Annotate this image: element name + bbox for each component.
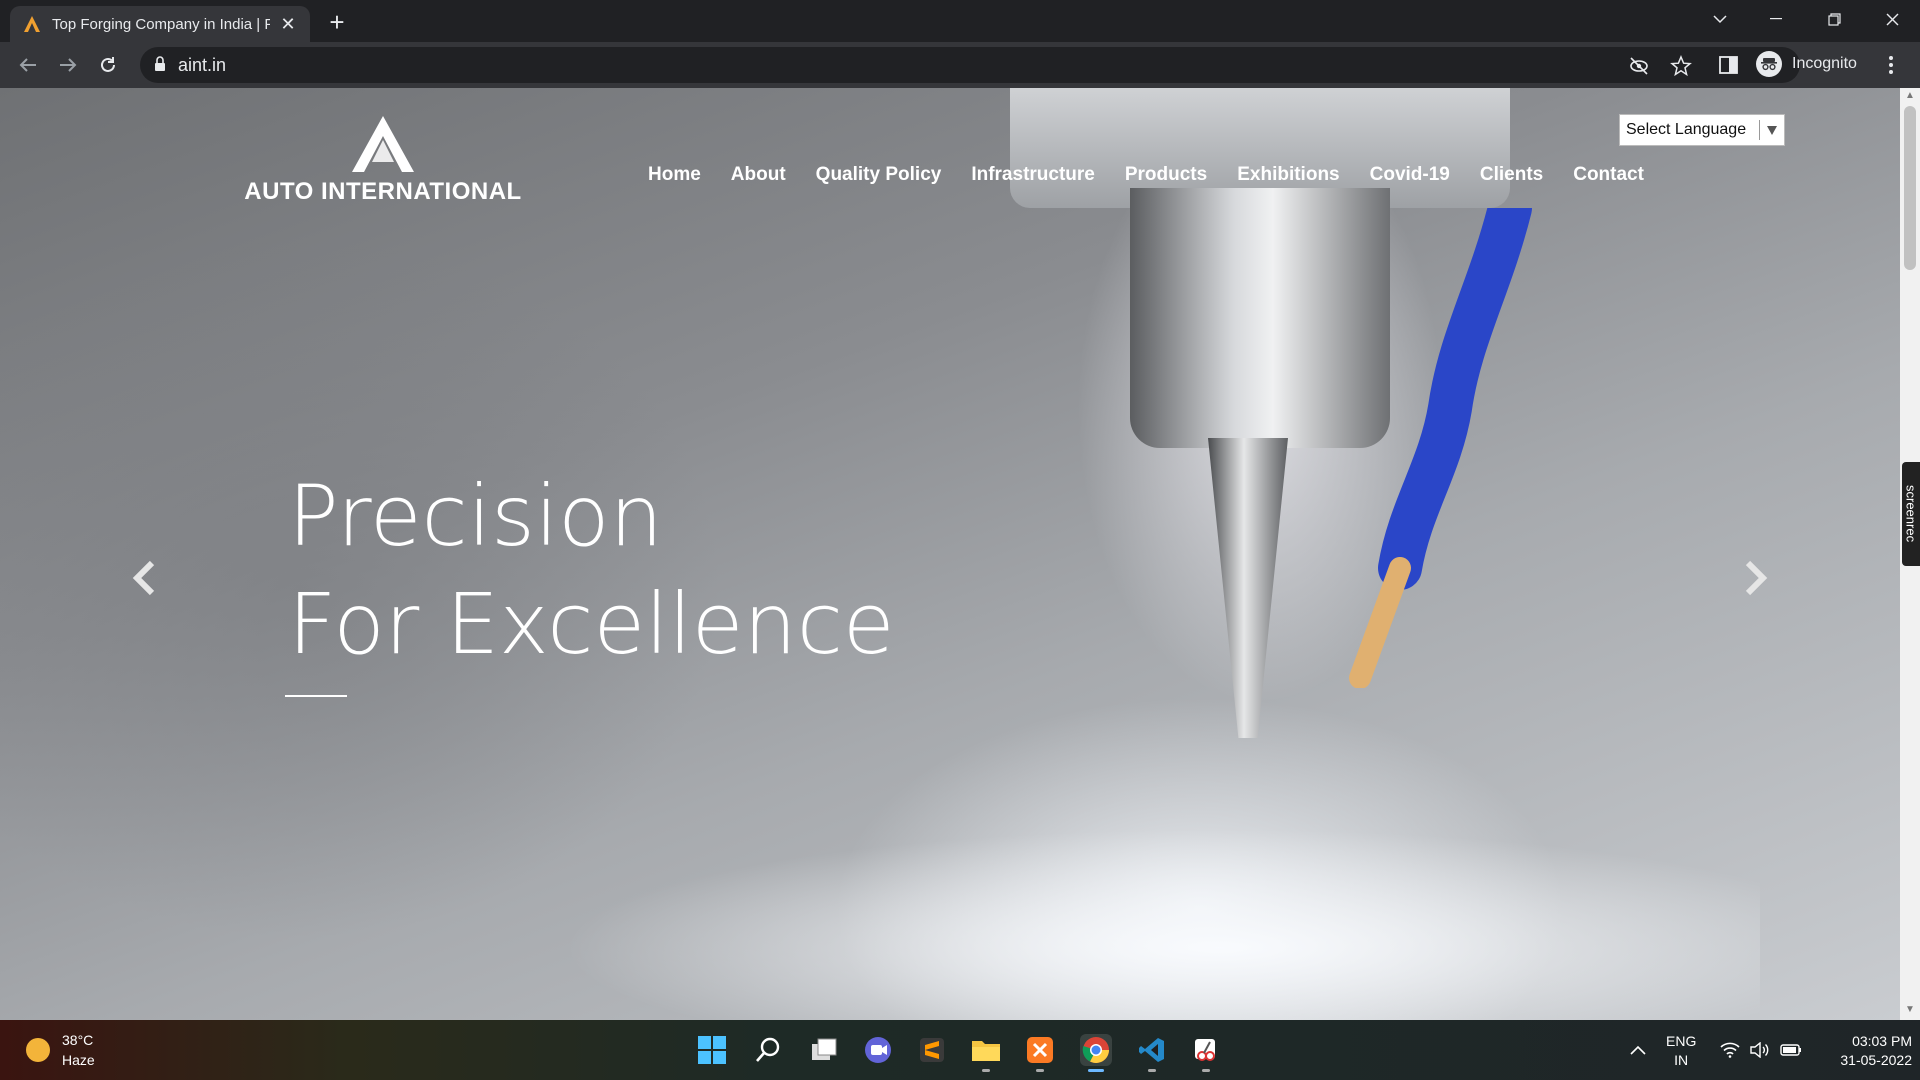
browser-tab[interactable]: Top Forging Company in India | F ✕ [10,6,310,42]
file-explorer-running-indicator [982,1069,990,1072]
snipping-tool-icon[interactable] [1190,1034,1222,1072]
dropdown-arrow-icon [1767,126,1777,135]
nav-products[interactable]: Products [1125,164,1207,186]
input-language-top: ENG [1666,1033,1697,1049]
incognito-profile[interactable]: Incognito [1756,48,1857,80]
weather-temperature: 38°C [62,1032,94,1048]
nav-quality-policy[interactable]: Quality Policy [816,164,942,186]
lock-icon [155,56,165,71]
hero-line-1: Precision [288,467,663,565]
reload-icon[interactable] [92,49,124,81]
hero-divider [285,695,347,697]
hero-image-coolant-hose [1349,208,1532,688]
tab-close-icon[interactable]: ✕ [278,14,298,34]
weather-sun-icon [26,1038,50,1062]
show-hidden-icons-icon[interactable] [1630,1020,1646,1080]
system-clock[interactable]: 03:03 PM 31-05-2022 [1812,1032,1912,1070]
weather-condition: Haze [62,1052,95,1068]
language-select[interactable]: Select Language [1619,114,1785,146]
task-view-icon[interactable] [808,1034,840,1066]
teams-chat-icon[interactable] [862,1034,894,1066]
site-favicon-icon [24,16,40,32]
clock-date: 31-05-2022 [1840,1052,1912,1068]
volume-icon[interactable] [1750,1020,1770,1080]
nav-infrastructure[interactable]: Infrastructure [971,164,1095,186]
start-icon[interactable] [696,1034,728,1066]
eye-off-icon[interactable] [1628,55,1650,77]
chrome-icon[interactable] [1080,1034,1112,1072]
wifi-icon[interactable] [1720,1020,1740,1080]
back-icon[interactable] [12,49,44,81]
snipping-tool-running-indicator [1202,1069,1210,1072]
nav-home[interactable]: Home [648,164,701,186]
menu-icon[interactable] [1888,54,1894,76]
input-language-bottom: IN [1674,1052,1689,1068]
hero-image-tool [1208,438,1288,738]
side-panel-icon[interactable] [1718,54,1740,76]
language-select-divider [1759,120,1760,140]
search-icon[interactable] [752,1034,784,1066]
logo-mark-icon [352,116,414,172]
chrome-active-indicator [1088,1069,1104,1072]
nav-exhibitions[interactable]: Exhibitions [1237,164,1339,186]
incognito-icon [1756,51,1782,77]
windows-taskbar: 38°C Haze ENG IN 03:03 PM 31-05-2022 [0,1020,1920,1080]
site-logo[interactable]: AUTO INTERNATIONAL [238,116,528,206]
forward-icon[interactable] [52,49,84,81]
hero-line-2: For Excellence [288,575,895,673]
restore-icon[interactable] [1806,0,1862,38]
input-language[interactable]: ENG IN [1666,1032,1696,1070]
bookmark-star-icon[interactable] [1670,55,1692,77]
screen: Top Forging Company in India | F ✕ + ain… [0,0,1920,1080]
xampp-icon[interactable] [1024,1034,1056,1072]
vscode-running-indicator [1148,1069,1156,1072]
main-nav: Home About Quality Policy Infrastructure… [648,164,1644,186]
xampp-running-indicator [1036,1069,1044,1072]
scroll-up-icon[interactable]: ▲ [1904,90,1916,102]
profile-label: Incognito [1792,55,1857,72]
minimize-icon[interactable] [1748,0,1804,38]
nav-covid-19[interactable]: Covid-19 [1370,164,1450,186]
close-window-icon[interactable] [1864,0,1920,38]
slider-prev-icon[interactable] [124,556,164,600]
sublime-text-icon[interactable] [916,1034,948,1066]
nav-contact[interactable]: Contact [1573,164,1644,186]
nav-clients[interactable]: Clients [1480,164,1543,186]
hero-slider [0,88,1900,1020]
logo-text: AUTO INTERNATIONAL [244,178,522,205]
browser-toolbar: aint.in [0,42,1920,88]
new-tab-button[interactable]: + [322,8,352,38]
hero-image-splash [560,828,1760,1020]
scroll-down-icon[interactable]: ▼ [1904,1004,1916,1016]
tab-title: Top Forging Company in India | F [52,15,270,33]
weather-widget[interactable]: 38°C Haze [26,1030,95,1070]
clock-time: 03:03 PM [1852,1033,1912,1049]
address-bar[interactable]: aint.in [140,47,1800,83]
browser-titlebar: Top Forging Company in India | F ✕ + [0,0,1920,42]
battery-icon[interactable] [1780,1020,1802,1080]
nav-about[interactable]: About [731,164,786,186]
url-text: aint.in [178,55,227,75]
file-explorer-icon[interactable] [970,1034,1002,1072]
language-select-label: Select Language [1626,121,1747,138]
slider-next-icon[interactable] [1736,556,1776,600]
vscode-icon[interactable] [1136,1034,1168,1072]
screenrec-widget[interactable]: screenrec [1902,462,1920,566]
tab-search-icon[interactable] [1692,0,1748,38]
hero-heading: Precision For Excellence [288,462,895,678]
scrollbar-thumb[interactable] [1904,106,1916,270]
